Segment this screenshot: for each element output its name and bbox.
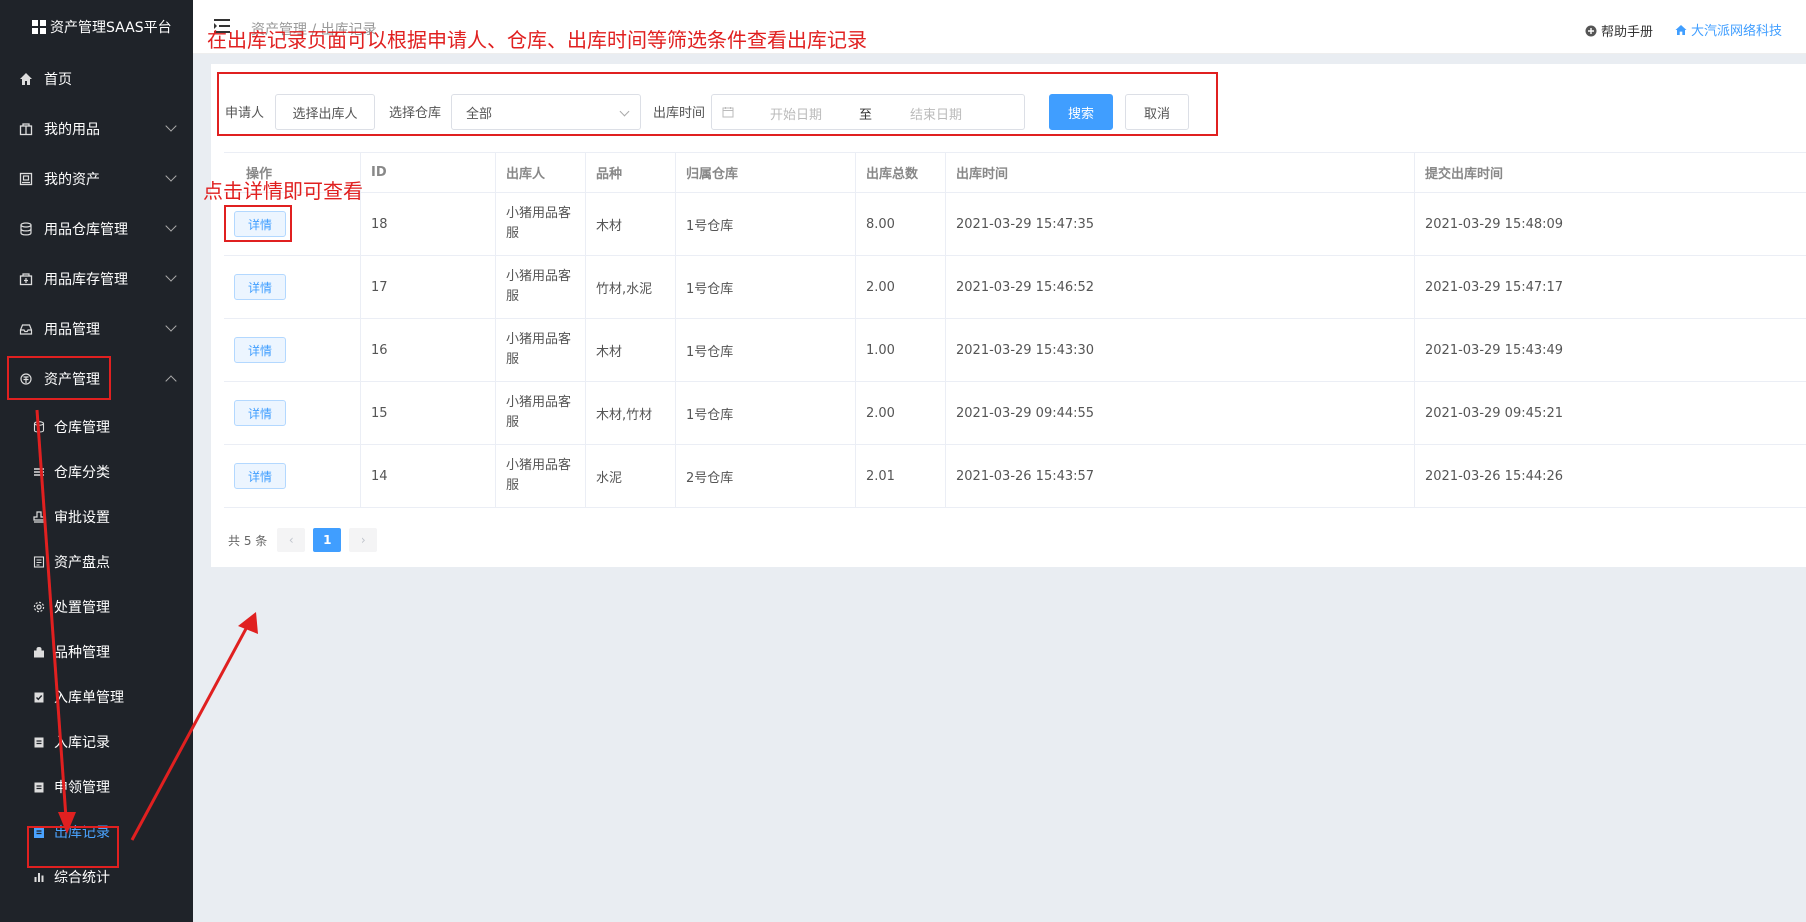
app-root: 资产管理SAAS平台 首页 我的用品 我的资产 用品仓库管理 用品库存管理 用品…: [0, 0, 1806, 922]
arrow-line-down: [35, 409, 68, 819]
arrow-head-down: [58, 812, 76, 834]
annotation-arrows: [35, 409, 258, 841]
arrow-head-up: [238, 612, 258, 634]
arrow-line-up: [130, 624, 250, 841]
